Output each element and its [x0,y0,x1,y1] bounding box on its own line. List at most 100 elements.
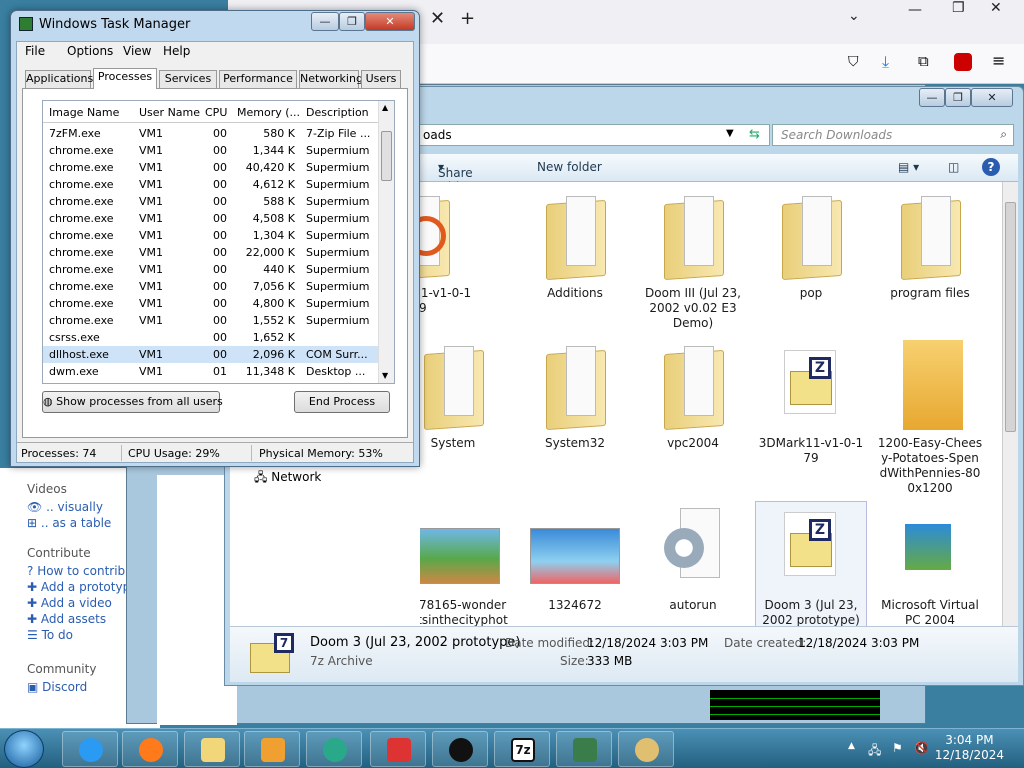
search-input[interactable]: Search Downloads ⌕ [772,124,1014,146]
col-image-name[interactable]: Image Name [49,106,133,119]
explorer-close-button[interactable]: ✕ [971,88,1013,107]
tab-applications[interactable]: Applications [25,70,93,88]
table-row[interactable]: chrome.exe VM1 00 1,552 K Supermium [43,312,380,329]
taskbar-app-teal[interactable] [306,731,362,767]
clock[interactable]: 3:04 PM 12/18/2024 [935,733,1004,763]
close-icon[interactable]: ✕ [990,0,1002,16]
scrollbar-thumb[interactable] [1005,202,1016,432]
col-cpu[interactable]: CPU [205,106,233,119]
table-row[interactable]: dllhost.exe VM1 00 2,096 K COM Surr... [43,346,380,363]
taskbar-toolbox[interactable] [370,731,426,767]
item-label: pop [799,286,823,300]
taskbar-media[interactable] [244,731,300,767]
minimize-icon[interactable]: — [908,2,922,18]
col-user-name[interactable]: User Name [139,106,201,119]
list-item[interactable]: 1200-Easy-Chees y-Potatoes-Spen dWithPen… [875,340,985,496]
tab-users[interactable]: Users [361,70,401,88]
taskbar-firefox[interactable] [122,731,178,767]
address-dropdown-icon[interactable]: ▼ [726,128,734,139]
menu-options[interactable]: Options [67,44,113,58]
table-row[interactable]: chrome.exe VM1 00 1,304 K Supermium [43,227,380,244]
process-list-scrollbar[interactable]: ▲ ▼ [378,101,394,383]
tab-networking[interactable]: Networking [299,70,363,88]
table-row[interactable]: 7zFM.exe VM1 00 580 K 7-Zip File ... [43,125,380,142]
start-button[interactable] [4,730,44,768]
preview-pane-icon[interactable]: ◫ [948,160,959,174]
taskbar-task-manager[interactable] [556,731,612,767]
table-row[interactable]: chrome.exe VM1 00 588 K Supermium [43,193,380,210]
taskbar-ie[interactable] [62,731,118,767]
extensions-icon[interactable]: ⧉ [918,52,929,70]
tm-minimize-button[interactable]: — [311,12,339,31]
col-memory[interactable]: Memory (... [237,106,299,119]
scroll-down-icon[interactable]: ▼ [382,371,388,380]
help-icon[interactable]: ? [982,158,1000,176]
taskbar-github[interactable] [432,731,488,767]
list-item[interactable]: program files [875,190,985,301]
explorer-minimize-button[interactable]: — [919,88,945,107]
view-options-icon[interactable]: ▤ ▾ [898,160,919,174]
explorer-maximize-button[interactable]: ❐ [945,88,971,107]
process-list[interactable]: Image Name User Name CPU Memory (... Des… [42,100,395,384]
tm-maximize-button[interactable]: ❐ [339,12,365,31]
menu-file[interactable]: File [25,44,45,58]
download-icon[interactable]: ⤓ [882,52,889,72]
shield-icon[interactable]: ⛉ [848,54,859,70]
table-row[interactable]: chrome.exe VM1 00 4,508 K Supermium [43,210,380,227]
end-process-button[interactable]: End Process [294,391,390,413]
maximize-icon[interactable]: ❐ [952,0,965,16]
table-row[interactable]: chrome.exe VM1 00 40,420 K Supermium [43,159,380,176]
list-item[interactable]: 1324672 [520,502,630,613]
process-scroll-thumb[interactable] [381,131,392,181]
table-row[interactable]: dwm.exe VM1 01 11,348 K Desktop ... [43,363,380,380]
search-icon[interactable]: ⌕ [1000,127,1007,142]
list-item[interactable]: Doom III (Jul 23, 2002 v0.02 E3 Demo) [638,190,748,331]
list-item[interactable]: 1078165-wonder petsinthecityphot [420,502,510,626]
table-row[interactable]: chrome.exe VM1 00 440 K Supermium [43,261,380,278]
network-tray-icon[interactable]: 🖧 [868,741,881,762]
table-row[interactable]: chrome.exe VM1 00 22,000 K Supermium [43,244,380,261]
new-folder-button[interactable]: New folder [537,160,602,174]
tab-performance[interactable]: Performance [219,70,297,88]
new-tab-icon[interactable]: + [460,8,475,29]
taskbar-explorer[interactable] [184,731,240,767]
share-with-button[interactable]: Share with ▾ [438,160,473,194]
menu-icon[interactable]: ≡ [992,51,1005,70]
tab-processes[interactable]: Processes [93,68,157,89]
list-item[interactable]: System [420,340,508,451]
table-row[interactable]: chrome.exe VM1 00 7,056 K Supermium [43,278,380,295]
close-tab-icon[interactable]: ✕ [430,8,445,29]
flag-tray-icon[interactable]: ⚑ [892,741,903,755]
col-description[interactable]: Description [306,106,376,119]
list-item[interactable]: Z Doom 3 (Jul 23, 2002 prototype) [755,501,867,626]
list-item[interactable]: 3DMark11-v1-0-1 79 [420,190,474,316]
file-list-scrollbar[interactable] [1002,182,1018,626]
refresh-icon[interactable]: ⇆ [749,127,760,142]
tab-services[interactable]: Services [159,70,217,88]
table-row[interactable]: chrome.exe VM1 00 4,800 K Supermium [43,295,380,312]
list-item[interactable]: Z 3DMark11-v1-0-1 79 [756,340,866,466]
tray-arrow-icon[interactable]: ▲ [848,741,855,751]
address-bar[interactable]: oads ▼ ⇆ [400,124,770,146]
menu-view[interactable]: View [123,44,151,58]
cell-user: VM1 [139,280,164,293]
volume-muted-icon[interactable]: 🔇 [914,741,929,755]
tm-close-button[interactable]: ✕ [365,12,415,31]
taskbar-7zip[interactable]: 7z [494,731,550,767]
list-item[interactable]: Microsoft Virtual PC 2004 [875,502,985,626]
table-row[interactable]: chrome.exe VM1 00 4,612 K Supermium [43,176,380,193]
table-row[interactable]: csrss.exe 00 1,652 K [43,329,380,346]
list-item[interactable]: System32 [520,340,630,451]
list-item[interactable]: pop [756,190,866,301]
list-item[interactable]: Additions [520,190,630,301]
ublock-icon[interactable] [954,53,972,71]
nav-item-network[interactable]: 🖧 Network [254,468,321,489]
menu-help[interactable]: Help [163,44,190,58]
tab-list-icon[interactable]: ⌄ [848,8,860,24]
show-all-processes-button[interactable]: ◍ Show processes from all users [42,391,223,413]
scroll-up-icon[interactable]: ▲ [382,103,388,112]
list-item[interactable]: vpc2004 [638,340,748,451]
list-item[interactable]: autorun [638,502,748,613]
table-row[interactable]: chrome.exe VM1 00 1,344 K Supermium [43,142,380,159]
taskbar-app-gold[interactable] [618,731,674,767]
